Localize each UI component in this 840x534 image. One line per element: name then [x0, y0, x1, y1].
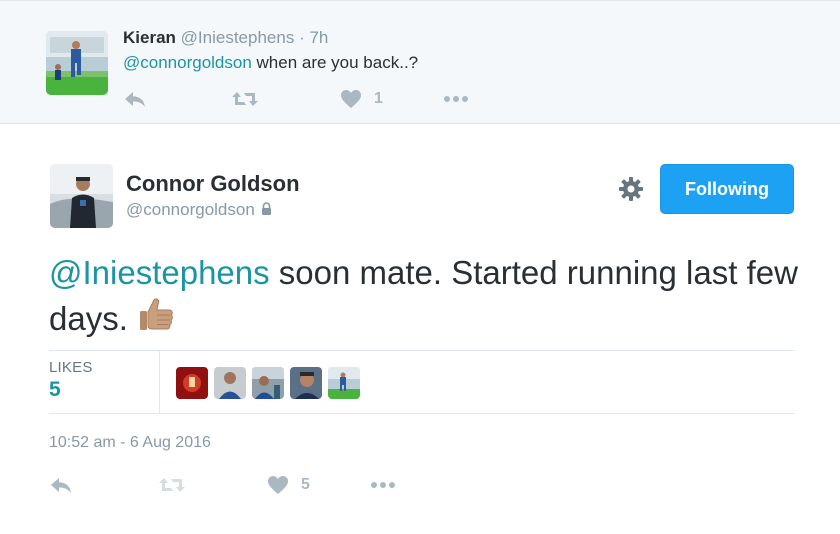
reply-button[interactable]: [49, 472, 73, 498]
author-name[interactable]: Connor Goldson: [126, 171, 300, 197]
avatar[interactable]: [46, 31, 108, 95]
tweet-stats: LIKES 5: [49, 350, 795, 414]
stats-divider: [159, 351, 160, 413]
like-button[interactable]: 1: [340, 86, 383, 112]
retweet-button[interactable]: [231, 86, 259, 112]
reply-tweet[interactable]: Kieran @Iniestephens · 7h @connorgoldson…: [0, 0, 840, 124]
reply-actions: 1: [123, 86, 483, 112]
liker-avatar[interactable]: [252, 367, 284, 399]
reply-body: when are you back..?: [251, 53, 419, 72]
author-handle-row: @connorgoldson: [126, 200, 272, 220]
likes-label[interactable]: LIKES: [49, 359, 93, 376]
tweet-text: @Iniestephens soon mate. Started running…: [49, 250, 809, 348]
liker-avatar[interactable]: [328, 367, 360, 399]
tweet-mention-link[interactable]: @Iniestephens: [49, 254, 270, 291]
author-avatar[interactable]: [50, 164, 113, 228]
reply-header: Kieran @Iniestephens · 7h: [123, 28, 328, 48]
likes-count[interactable]: 5: [49, 378, 61, 402]
more-icon: [371, 482, 395, 488]
heart-icon: [268, 476, 288, 494]
more-icon: [444, 96, 468, 102]
more-button[interactable]: [443, 86, 469, 112]
retweet-icon: [159, 478, 185, 492]
liker-avatar[interactable]: [214, 367, 246, 399]
tweet-actions: 5: [49, 472, 449, 498]
liker-avatar[interactable]: [290, 367, 322, 399]
retweet-icon: [232, 92, 258, 106]
reply-button[interactable]: [123, 86, 147, 112]
like-count: 1: [374, 90, 383, 107]
more-button[interactable]: [370, 472, 396, 498]
thumbs-up-icon: [136, 296, 176, 348]
lock-icon: [261, 200, 272, 220]
heart-icon: [341, 90, 361, 108]
reply-icon: [125, 92, 145, 107]
reply-text: @connorgoldson when are you back..?: [123, 53, 418, 73]
liker-avatar[interactable]: [176, 367, 208, 399]
likers-list: [176, 367, 366, 399]
reply-author-name[interactable]: Kieran: [123, 28, 176, 47]
author-handle[interactable]: @connorgoldson: [126, 200, 255, 220]
reply-mention-link[interactable]: @connorgoldson: [123, 53, 252, 72]
tweet-timestamp[interactable]: 10:52 am - 6 Aug 2016: [49, 434, 211, 452]
reply-timestamp[interactable]: · 7h: [299, 28, 328, 47]
following-button[interactable]: Following: [660, 164, 794, 214]
like-button[interactable]: 5: [267, 472, 310, 498]
retweet-button[interactable]: [158, 472, 186, 498]
reply-author-handle[interactable]: @Iniestephens: [181, 28, 295, 47]
gear-icon[interactable]: [618, 176, 644, 202]
reply-icon: [51, 478, 71, 493]
like-count: 5: [301, 476, 310, 493]
